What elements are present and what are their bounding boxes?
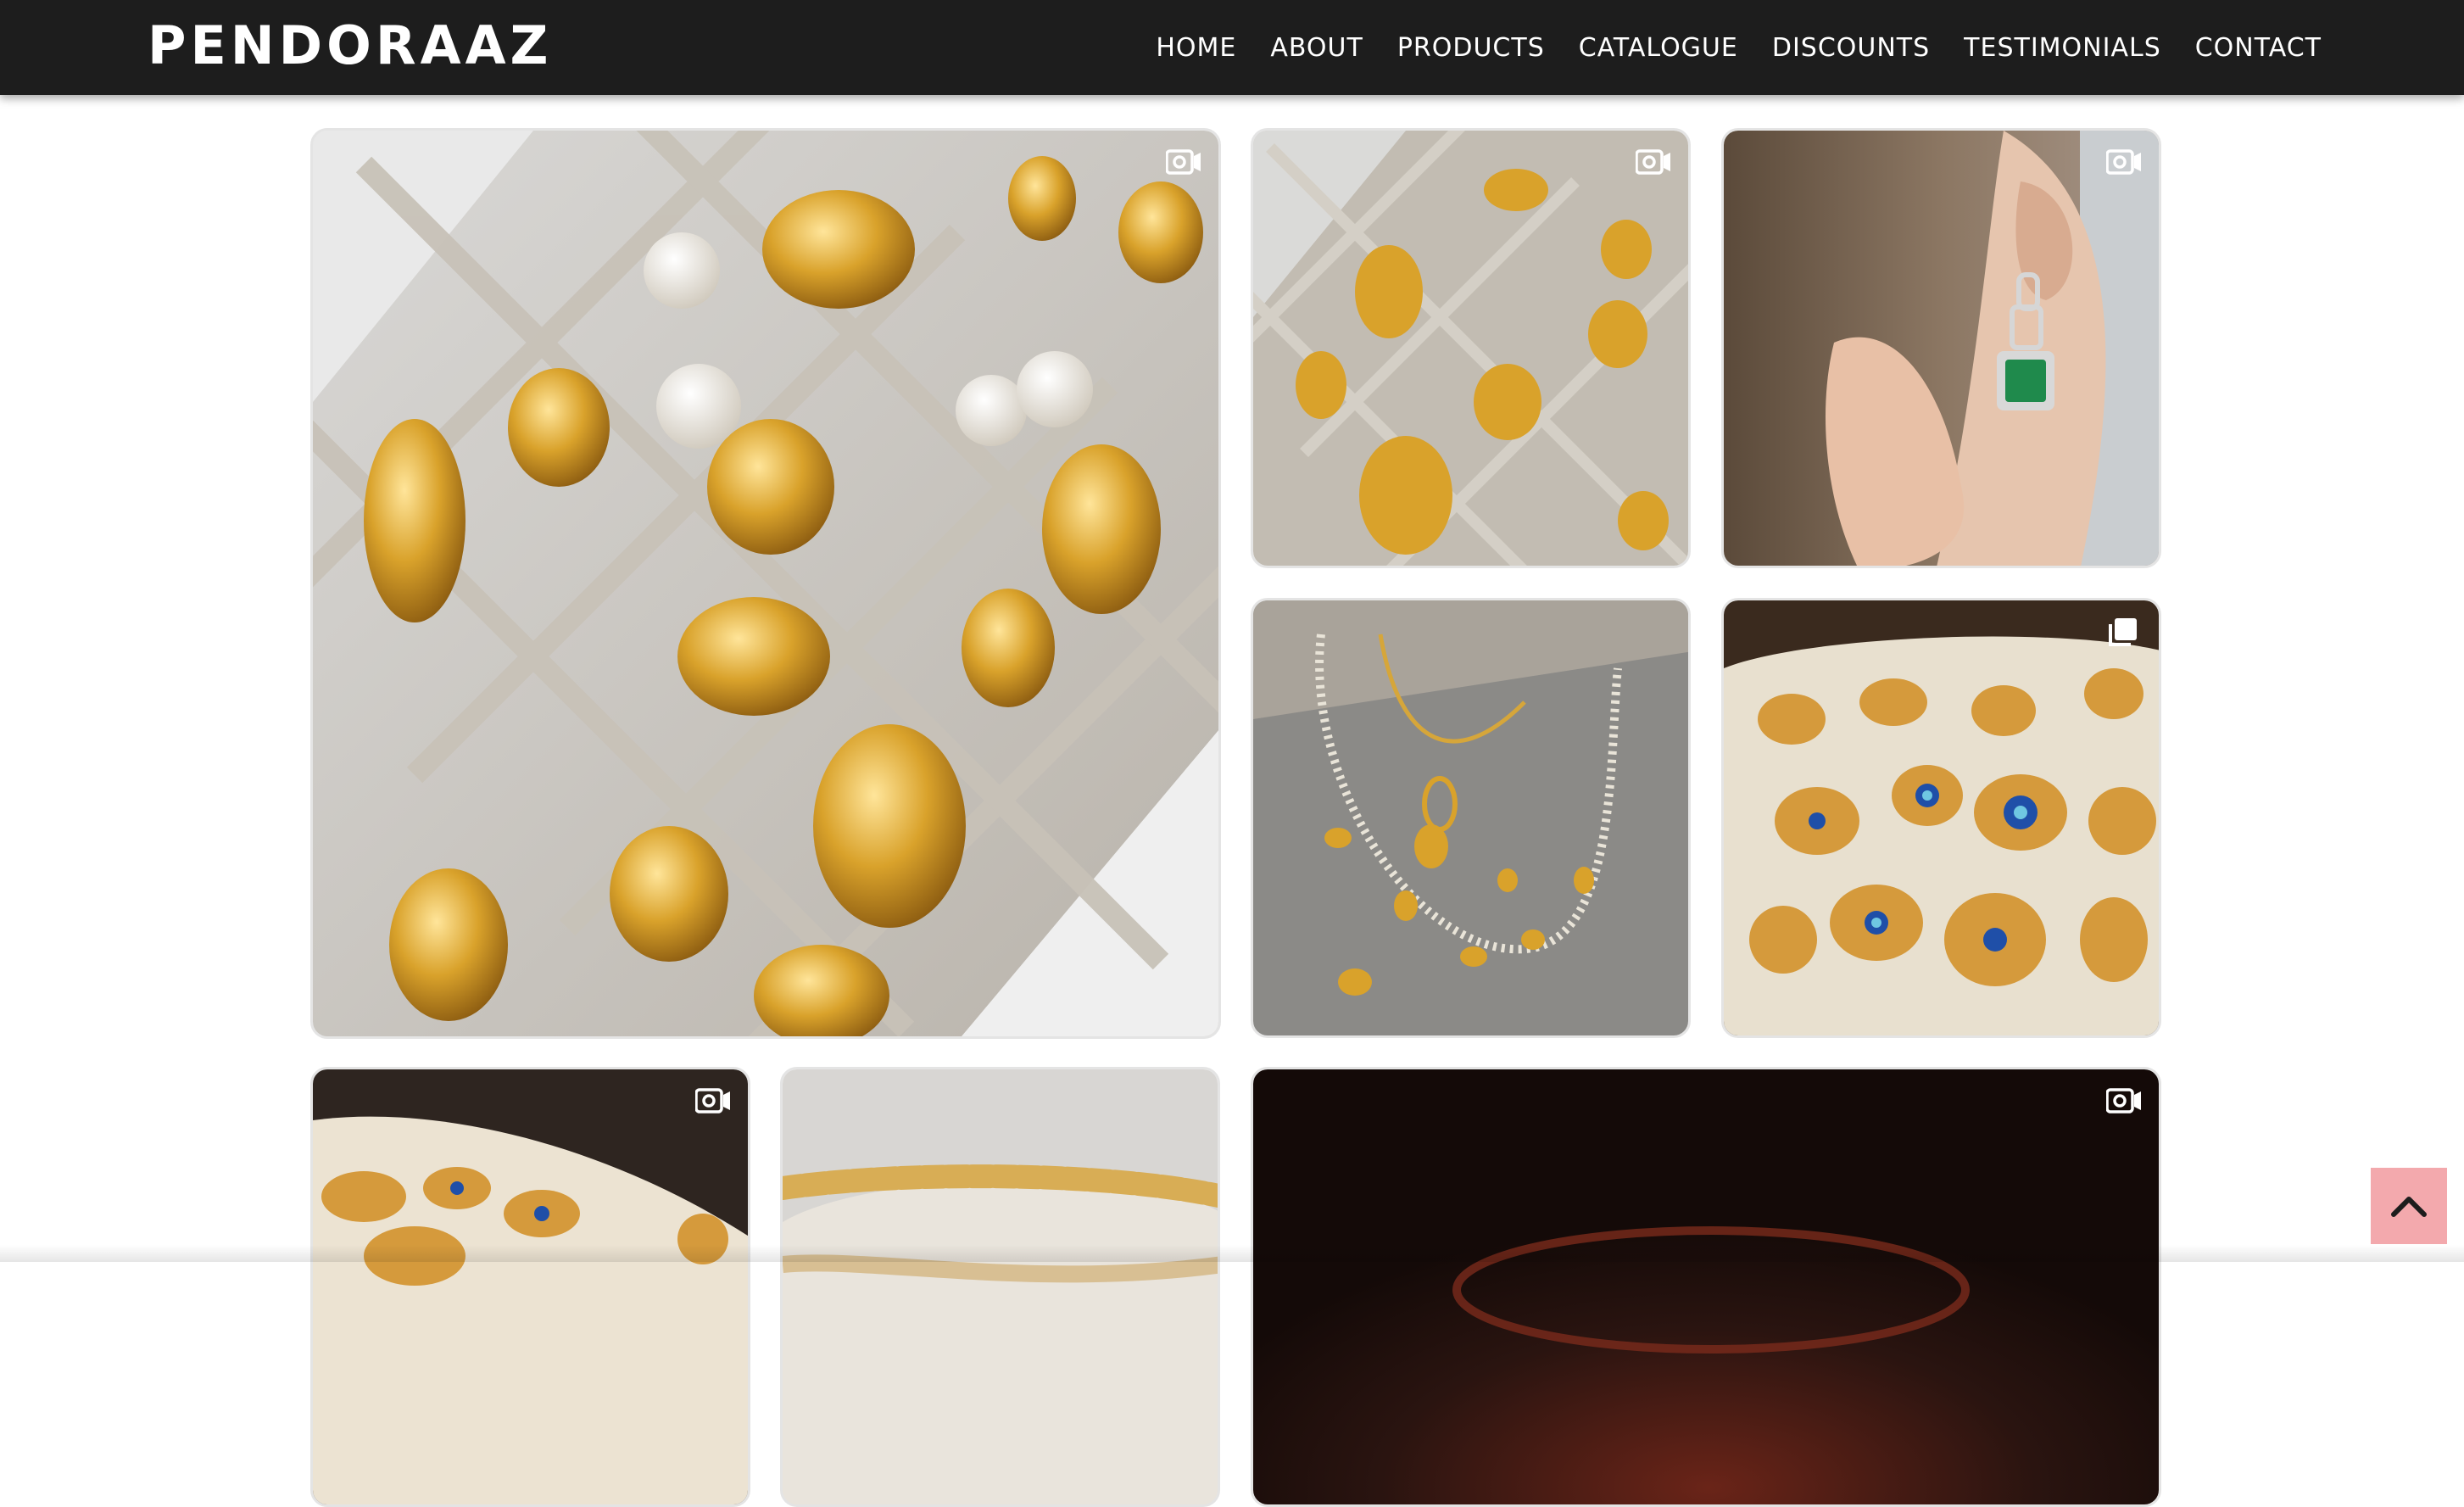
gallery-photo [1253, 131, 1688, 566]
gallery-photo [1724, 600, 2159, 1035]
video-icon [2106, 1088, 2141, 1114]
gallery-photo [313, 131, 1218, 1036]
gallery-tile[interactable] [1251, 1067, 2161, 1507]
gallery-photo [313, 1069, 748, 1504]
gallery-photo [1724, 131, 2159, 566]
nav-discounts[interactable]: DISCOUNTS [1772, 33, 1930, 63]
bottom-edge-shadow [0, 1245, 2464, 1262]
navbar: PENDORAAZ HOME ABOUT PRODUCTS CATALOGUE … [0, 0, 2464, 95]
gallery-tile[interactable] [1721, 128, 2161, 568]
carousel-icon [2109, 618, 2137, 646]
gallery-tile[interactable] [310, 128, 1221, 1039]
nav-products[interactable]: PRODUCTS [1397, 33, 1545, 63]
video-icon [2106, 149, 2141, 175]
gallery-photo [783, 1069, 1218, 1504]
nav-about[interactable]: ABOUT [1270, 33, 1363, 63]
nav-home[interactable]: HOME [1156, 33, 1236, 63]
video-icon [1166, 149, 1201, 175]
gallery-tile[interactable] [1251, 128, 1691, 568]
chevron-up-icon [2391, 1197, 2427, 1217]
gallery-photo [1253, 1069, 2159, 1504]
video-icon [1636, 149, 1670, 175]
gallery-photo [1253, 600, 1688, 1035]
nav-catalogue[interactable]: CATALOGUE [1579, 33, 1738, 63]
nav-contact[interactable]: CONTACT [2195, 33, 2322, 63]
gallery-tile[interactable] [1251, 598, 1691, 1038]
brand-logo[interactable]: PENDORAAZ [148, 12, 553, 80]
gallery-tile[interactable] [1721, 598, 2161, 1038]
scroll-to-top-button[interactable] [2371, 1168, 2447, 1244]
nav-testimonials[interactable]: TESTIMONIALS [1964, 33, 2161, 63]
gallery-tile[interactable] [310, 1067, 750, 1507]
main-nav: HOME ABOUT PRODUCTS CATALOGUE DISCOUNTS … [1156, 24, 2322, 71]
video-icon [695, 1088, 730, 1114]
gallery-tile[interactable] [780, 1067, 1220, 1507]
